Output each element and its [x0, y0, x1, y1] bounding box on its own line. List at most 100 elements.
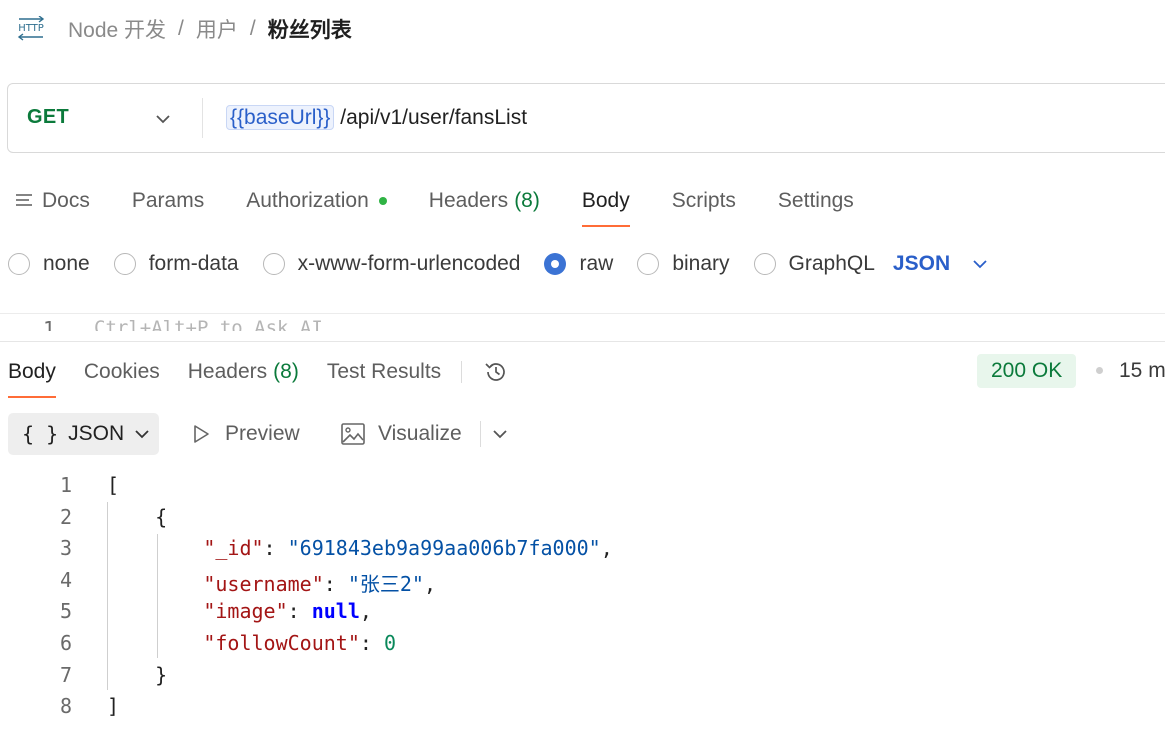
chevron-down-icon	[135, 430, 149, 439]
braces-icon: { }	[22, 422, 59, 446]
code-line: 7 }	[0, 660, 1165, 692]
code-text: ]	[107, 694, 120, 719]
code-line: 6 "followCount": 0	[0, 628, 1165, 660]
line-number: 8	[59, 694, 72, 719]
history-icon[interactable]	[482, 358, 510, 386]
response-tab-cookies[interactable]: Cookies	[84, 360, 160, 384]
tab-scripts-label: Scripts	[671, 189, 736, 212]
response-tab-test-results[interactable]: Test Results	[327, 360, 441, 384]
response-tab-headers-label: Headers	[187, 360, 268, 383]
visualize-button[interactable]: Visualize	[340, 420, 462, 448]
method-select[interactable]: GET	[27, 106, 69, 129]
tab-body-label: Body	[581, 189, 630, 212]
editor-placeholder: Ctrl+Alt+P to Ask AI	[94, 317, 323, 331]
breadcrumb-current-request[interactable]: 粉丝列表	[268, 14, 352, 44]
tab-headers[interactable]: Headers (8)	[429, 189, 540, 213]
tab-settings[interactable]: Settings	[778, 189, 854, 213]
image-icon	[341, 423, 365, 445]
code-line: 5 "image": null,	[0, 596, 1165, 628]
body-type-urlencoded[interactable]: x-www-form-urlencoded	[262, 252, 521, 276]
body-type-binary[interactable]: binary	[637, 252, 730, 276]
response-tab-body-label: Body	[8, 360, 56, 383]
code-line: 2 {	[0, 502, 1165, 534]
breadcrumb-collection[interactable]: Node 开发	[68, 14, 166, 44]
body-format-select[interactable]: JSON	[893, 252, 990, 276]
breadcrumb-folder[interactable]: 用户	[196, 14, 238, 44]
body-type-graphql[interactable]: GraphQL	[753, 252, 875, 276]
line-number: 6	[59, 631, 72, 655]
chevron-down-icon[interactable]	[153, 109, 173, 129]
visualize-label: Visualize	[378, 422, 462, 445]
body-type-options: none form-data x-www-form-urlencoded raw…	[8, 250, 990, 278]
breadcrumb: HTTP Node 开发 / 用户 / 粉丝列表	[16, 14, 352, 44]
svg-text:HTTP: HTTP	[18, 23, 44, 34]
body-type-label: raw	[579, 252, 614, 275]
code-text: {	[107, 504, 168, 529]
response-time[interactable]: 15 m	[1119, 359, 1165, 383]
body-type-label: form-data	[148, 252, 239, 275]
url-input[interactable]: {{baseUrl}} /api/v1/user/fansList	[226, 105, 527, 130]
divider	[461, 361, 463, 383]
body-type-raw[interactable]: raw	[544, 252, 613, 276]
status-dot	[378, 197, 387, 205]
divider	[202, 98, 203, 138]
tab-params[interactable]: Params	[132, 189, 204, 213]
visualize-options-toggle[interactable]	[490, 420, 510, 448]
preview-button[interactable]: Preview	[190, 420, 300, 448]
body-type-label: binary	[672, 252, 730, 275]
radio-button[interactable]	[8, 253, 30, 275]
tab-docs[interactable]: Docs	[14, 189, 90, 213]
code-line: 3 "_id": "691843eb9a99aa006b7fa000",	[0, 533, 1165, 565]
separator-dot	[1096, 367, 1103, 374]
line-number: 4	[59, 567, 72, 592]
line-number: 1	[43, 317, 56, 331]
body-type-label: GraphQL	[788, 252, 875, 275]
response-tabs: Body Cookies Headers (8) Test Results	[8, 357, 510, 398]
url-bar: GET {{baseUrl}} /api/v1/user/fansList	[7, 83, 1165, 153]
body-type-none[interactable]: none	[8, 252, 90, 276]
line-number: 2	[59, 504, 72, 529]
radio-button[interactable]	[113, 253, 136, 275]
line-number: 3	[59, 536, 72, 561]
divider	[480, 421, 481, 447]
view-mode-select[interactable]: { } JSON	[8, 413, 159, 455]
response-tab-headers[interactable]: Headers (8)	[188, 360, 299, 384]
tab-settings-label: Settings	[777, 189, 854, 212]
code-line: 1 [	[0, 470, 1165, 502]
tab-params-label: Params	[131, 189, 205, 212]
response-tab-body[interactable]: Body	[8, 360, 56, 398]
chevron-down-icon	[493, 430, 507, 439]
line-number: 7	[59, 662, 72, 687]
code-line: 4 "username": "张三2",	[0, 565, 1165, 597]
http-icon: HTTP	[16, 15, 46, 43]
view-mode-label: JSON	[68, 422, 125, 445]
body-format-label: JSON	[892, 252, 951, 275]
radio-button-selected[interactable]	[544, 253, 567, 275]
radio-button[interactable]	[753, 253, 776, 275]
radio-button[interactable]	[637, 253, 660, 275]
code-line: 8 ]	[0, 691, 1165, 723]
line-number: 1	[59, 473, 72, 497]
tab-docs-label: Docs	[42, 189, 90, 212]
tab-body[interactable]: Body	[581, 189, 630, 227]
response-tab-test-results-label: Test Results	[326, 360, 442, 383]
code-text: "username": "张三2",	[203, 571, 437, 596]
pane-splitter[interactable]	[0, 341, 1165, 342]
tab-authorization-label: Authorization	[246, 189, 369, 212]
url-variable-chip[interactable]: {{baseUrl}}	[226, 105, 335, 130]
radio-button[interactable]	[262, 253, 285, 275]
request-body-editor[interactable]: 1 Ctrl+Alt+P to Ask AI	[0, 313, 1165, 331]
tab-scripts[interactable]: Scripts	[672, 189, 736, 213]
tab-authorization[interactable]: Authorization	[246, 189, 387, 213]
code-text: "_id": "691843eb9a99aa006b7fa000",	[203, 536, 613, 561]
body-type-label: x-www-form-urlencoded	[297, 252, 521, 275]
tab-headers-label: Headers	[428, 189, 509, 212]
chevron-down-icon	[973, 260, 987, 269]
request-tabs: Docs Params Authorization Headers (8) Bod…	[14, 186, 896, 227]
response-headers-count: (8)	[273, 360, 299, 383]
code-text: [	[107, 473, 120, 497]
line-number: 5	[59, 599, 72, 624]
breadcrumb-separator: /	[249, 17, 256, 40]
status-badge[interactable]: 200 OK	[977, 354, 1077, 388]
body-type-form-data[interactable]: form-data	[113, 252, 239, 276]
